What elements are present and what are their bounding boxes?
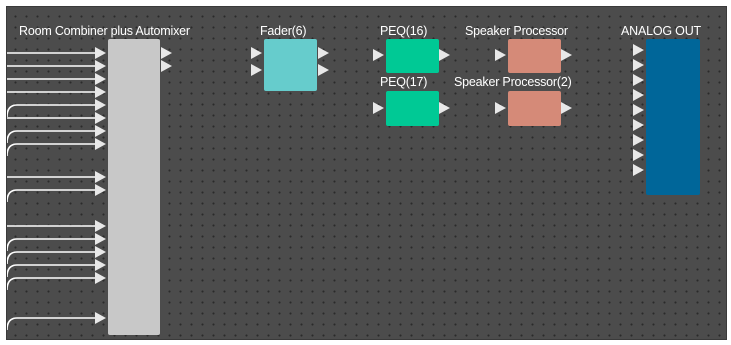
speaker-processor2-block[interactable] xyxy=(508,91,561,126)
room-combiner-input-port[interactable] xyxy=(95,138,106,150)
peq17-output-port[interactable] xyxy=(439,102,450,114)
speaker-processor2-output-port[interactable] xyxy=(561,102,572,114)
speaker-processor2-input-port[interactable] xyxy=(495,102,506,114)
room-combiner-output-port[interactable] xyxy=(161,60,172,72)
input-wire xyxy=(7,130,95,144)
fader-output-port[interactable] xyxy=(318,64,329,76)
room-combiner-input-port[interactable] xyxy=(95,220,106,232)
room-combiner-label: Room Combiner plus Automixer xyxy=(19,24,190,38)
analog-out-input-port[interactable] xyxy=(633,119,644,131)
speaker-processor-output-port[interactable] xyxy=(561,49,572,61)
design-canvas[interactable]: Room Combiner plus Automixer Fader(6) PE… xyxy=(6,6,727,340)
peq16-input-port[interactable] xyxy=(373,49,384,61)
room-combiner-input-port[interactable] xyxy=(95,99,106,111)
peq16-label: PEQ(16) xyxy=(380,24,428,38)
fader-label: Fader(6) xyxy=(260,24,307,38)
input-wire xyxy=(7,238,95,252)
peq17-label: PEQ(17) xyxy=(380,75,428,89)
room-combiner-block[interactable] xyxy=(108,39,160,335)
input-wire xyxy=(7,189,95,203)
room-combiner-input-port[interactable] xyxy=(95,86,106,98)
input-wire xyxy=(7,104,95,118)
room-combiner-input-port[interactable] xyxy=(95,47,106,59)
analog-out-label: ANALOG OUT xyxy=(621,24,701,38)
analog-out-input-port[interactable] xyxy=(633,74,644,86)
analog-out-input-port[interactable] xyxy=(633,134,644,146)
room-combiner-input-port[interactable] xyxy=(95,272,106,284)
analog-out-input-port[interactable] xyxy=(633,44,644,56)
peq16-block[interactable] xyxy=(386,39,439,73)
input-wire xyxy=(7,264,95,278)
peq16-output-port[interactable] xyxy=(439,49,450,61)
room-combiner-input-port[interactable] xyxy=(95,246,106,258)
speaker-processor-block[interactable] xyxy=(508,39,561,73)
room-combiner-input-port[interactable] xyxy=(95,312,106,324)
input-wire xyxy=(7,143,95,157)
speaker-processor-label: Speaker Processor xyxy=(465,24,568,38)
room-combiner-input-port[interactable] xyxy=(95,112,106,124)
room-combiner-input-port[interactable] xyxy=(95,125,106,137)
room-combiner-input-port[interactable] xyxy=(95,184,106,196)
room-combiner-output-port[interactable] xyxy=(161,47,172,59)
analog-out-input-port[interactable] xyxy=(633,104,644,116)
fader-output-port[interactable] xyxy=(318,47,329,59)
peq17-input-port[interactable] xyxy=(373,102,384,114)
input-wire xyxy=(7,251,95,265)
fader-input-port[interactable] xyxy=(251,47,262,59)
input-wire xyxy=(7,277,95,291)
analog-out-input-port[interactable] xyxy=(633,89,644,101)
room-combiner-input-port[interactable] xyxy=(95,171,106,183)
fader-input-port[interactable] xyxy=(251,64,262,76)
peq17-block[interactable] xyxy=(386,91,439,126)
speaker-processor2-label: Speaker Processor(2) xyxy=(454,75,572,89)
analog-out-input-port[interactable] xyxy=(633,149,644,161)
room-combiner-input-port[interactable] xyxy=(95,73,106,85)
speaker-processor-input-port[interactable] xyxy=(495,49,506,61)
analog-out-input-port[interactable] xyxy=(633,59,644,71)
room-combiner-input-port[interactable] xyxy=(95,60,106,72)
input-wire xyxy=(7,317,95,331)
analog-out-input-port[interactable] xyxy=(633,164,644,176)
room-combiner-input-port[interactable] xyxy=(95,259,106,271)
analog-out-block[interactable] xyxy=(646,39,700,195)
room-combiner-input-port[interactable] xyxy=(95,233,106,245)
fader-block[interactable] xyxy=(264,39,317,91)
